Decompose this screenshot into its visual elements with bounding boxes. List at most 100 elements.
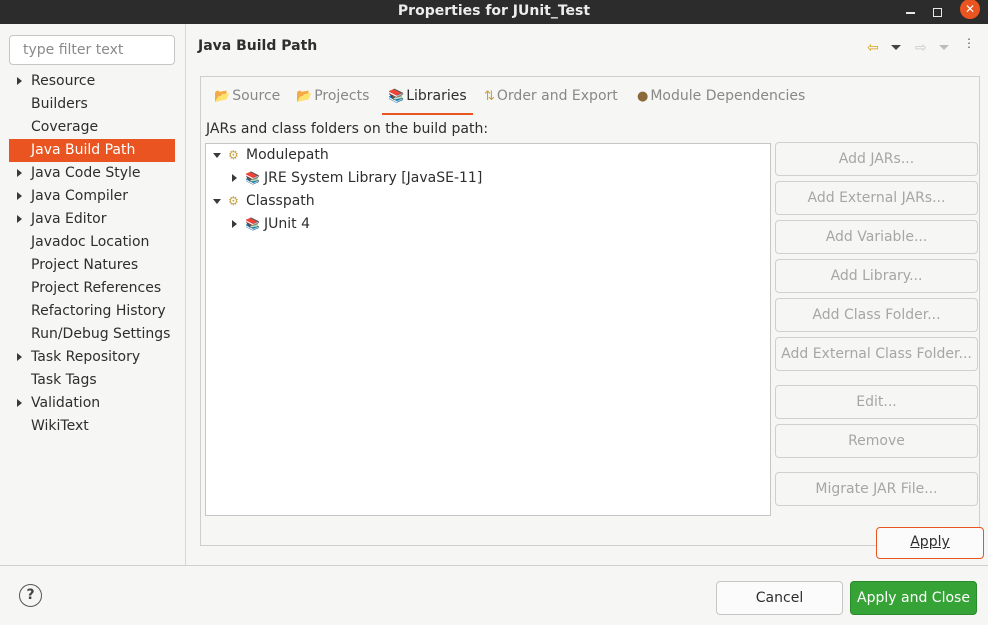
expand-arrow-icon[interactable] — [232, 220, 237, 228]
tree-row-label: Modulepath — [246, 147, 329, 163]
sidebar-item-label: Resource — [31, 73, 96, 89]
tab-order-and-export[interactable]: ⇅ Order and Export — [484, 77, 618, 115]
properties-tree: Resource Builders Coverage Java Build Pa… — [9, 70, 175, 438]
tree-row-jre-system-library[interactable]: 📚 JRE System Library [JavaSE-11] — [206, 167, 770, 190]
forward-dropdown-icon[interactable] — [939, 45, 949, 50]
add-library-button[interactable]: Add Library... — [775, 259, 978, 293]
migrate-jar-button[interactable]: Migrate JAR File... — [775, 472, 978, 506]
sidebar-item-java-build-path[interactable]: Java Build Path — [9, 139, 175, 162]
tab-label: Source — [232, 88, 281, 104]
tree-row-label: JRE System Library [JavaSE-11] — [264, 170, 483, 186]
sidebar-item-builders[interactable]: Builders — [9, 93, 175, 116]
help-icon[interactable]: ? — [19, 584, 42, 607]
sidebar-item-task-repository[interactable]: Task Repository — [9, 346, 175, 369]
apply-button-label: Apply — [910, 534, 950, 550]
cancel-button[interactable]: Cancel — [716, 581, 843, 615]
sidebar-item-coverage[interactable]: Coverage — [9, 116, 175, 139]
sidebar-item-label: Refactoring History — [31, 303, 166, 319]
library-icon: 📚 — [245, 217, 260, 231]
expand-arrow-icon[interactable] — [17, 192, 22, 200]
expand-arrow-icon[interactable] — [17, 77, 22, 85]
modulepath-icon: ⚙ — [228, 148, 239, 162]
sidebar-item-task-tags[interactable]: Task Tags — [9, 369, 175, 392]
window-title: Properties for JUnit_Test — [397, 3, 591, 19]
expand-arrow-icon[interactable] — [232, 174, 237, 182]
libraries-icon: 📚 — [388, 89, 405, 104]
tree-row-junit-4[interactable]: 📚 JUnit 4 — [206, 213, 770, 236]
back-arrow-icon[interactable]: ⇦ — [867, 40, 879, 56]
edit-button[interactable]: Edit... — [775, 385, 978, 419]
tab-bar: 📂 Source 📂 Projects 📚 Libraries ⇅ Order and … — [201, 77, 979, 115]
sidebar-item-label: Task Tags — [31, 372, 97, 388]
add-class-folder-button[interactable]: Add Class Folder... — [775, 298, 978, 332]
projects-icon: 📂 — [296, 89, 313, 104]
maximize-button[interactable] — [925, 0, 949, 24]
tab-module-dependencies[interactable]: ● Module Dependencies — [637, 77, 805, 115]
minimize-button[interactable] — [898, 0, 922, 24]
collapse-arrow-icon[interactable] — [213, 153, 221, 158]
sidebar-item-java-compiler[interactable]: Java Compiler — [9, 185, 175, 208]
maximize-icon — [932, 7, 942, 17]
sidebar-item-java-editor[interactable]: Java Editor — [9, 208, 175, 231]
sidebar-item-wikitext[interactable]: WikiText — [9, 415, 175, 438]
add-jars-button[interactable]: Add JARs... — [775, 142, 978, 176]
tree-row-label: JUnit 4 — [264, 216, 310, 232]
sidebar-item-run-debug-settings[interactable]: Run/Debug Settings — [9, 323, 175, 346]
sidebar-item-label: Java Editor — [31, 211, 107, 227]
main-panel: Java Build Path ⇦ ⇨ ⋮ 📂 Source 📂 Projects … — [187, 24, 988, 565]
sidebar-item-label: Task Repository — [31, 349, 141, 365]
expand-arrow-icon[interactable] — [17, 215, 22, 223]
sidebar-item-resource[interactable]: Resource — [9, 70, 175, 93]
tab-projects[interactable]: 📂 Projects — [296, 77, 369, 115]
sidebar-item-label: Builders — [31, 96, 88, 112]
source-folder-icon: 📂 — [214, 89, 231, 104]
forward-arrow-icon[interactable]: ⇨ — [915, 40, 927, 56]
view-menu-icon[interactable]: ⋮ — [963, 37, 975, 49]
module-icon: ● — [637, 89, 649, 104]
sidebar-item-project-natures[interactable]: Project Natures — [9, 254, 175, 277]
minimize-icon — [905, 12, 915, 14]
add-variable-button[interactable]: Add Variable... — [775, 220, 978, 254]
collapse-arrow-icon[interactable] — [213, 199, 221, 204]
close-button[interactable]: ✕ — [960, 0, 980, 19]
apply-and-close-button[interactable]: Apply and Close — [850, 581, 977, 615]
tab-libraries[interactable]: 📚 Libraries — [382, 77, 473, 115]
tree-row-modulepath[interactable]: ⚙ Modulepath — [206, 144, 770, 167]
tree-row-label: Classpath — [246, 193, 315, 209]
sidebar-item-label: Java Code Style — [31, 165, 141, 181]
sidebar-item-java-code-style[interactable]: Java Code Style — [9, 162, 175, 185]
add-external-class-folder-button[interactable]: Add External Class Folder... — [775, 337, 978, 371]
filter-input[interactable] — [9, 35, 175, 65]
library-icon: 📚 — [245, 171, 260, 185]
back-dropdown-icon[interactable] — [891, 45, 901, 50]
page-nav: ⇦ ⇨ ⋮ — [867, 37, 977, 60]
classpath-icon: ⚙ — [228, 194, 239, 208]
tree-row-classpath[interactable]: ⚙ Classpath — [206, 190, 770, 213]
sidebar-item-project-references[interactable]: Project References — [9, 277, 175, 300]
sidebar-item-label: Validation — [31, 395, 101, 411]
sidebar-item-label: Project References — [31, 280, 162, 296]
tab-source[interactable]: 📂 Source — [214, 77, 280, 115]
jars-label: JARs and class folders on the build path… — [206, 121, 489, 137]
apply-button[interactable]: Apply — [876, 527, 984, 559]
sidebar: Resource Builders Coverage Java Build Pa… — [0, 24, 186, 565]
expand-arrow-icon[interactable] — [17, 353, 22, 361]
tab-label: Order and Export — [496, 88, 618, 104]
dialog-footer: ? Cancel Apply and Close — [0, 565, 988, 625]
expand-arrow-icon[interactable] — [17, 399, 22, 407]
sidebar-item-label: Project Natures — [31, 257, 139, 273]
page-title: Java Build Path — [198, 38, 318, 54]
add-external-jars-button[interactable]: Add External JARs... — [775, 181, 978, 215]
sidebar-item-label: Run/Debug Settings — [31, 326, 171, 342]
tab-label: Module Dependencies — [650, 88, 806, 104]
tab-label: Libraries — [406, 88, 467, 104]
build-path-tree[interactable]: ⚙ Modulepath 📚 JRE System Library [JavaS… — [205, 143, 771, 516]
remove-button[interactable]: Remove — [775, 424, 978, 458]
close-icon: ✕ — [964, 2, 976, 16]
sidebar-item-label: Coverage — [31, 119, 99, 135]
sidebar-item-label: Java Build Path — [31, 142, 136, 158]
sidebar-item-javadoc-location[interactable]: Javadoc Location — [9, 231, 175, 254]
sidebar-item-refactoring-history[interactable]: Refactoring History — [9, 300, 175, 323]
expand-arrow-icon[interactable] — [17, 169, 22, 177]
sidebar-item-validation[interactable]: Validation — [9, 392, 175, 415]
